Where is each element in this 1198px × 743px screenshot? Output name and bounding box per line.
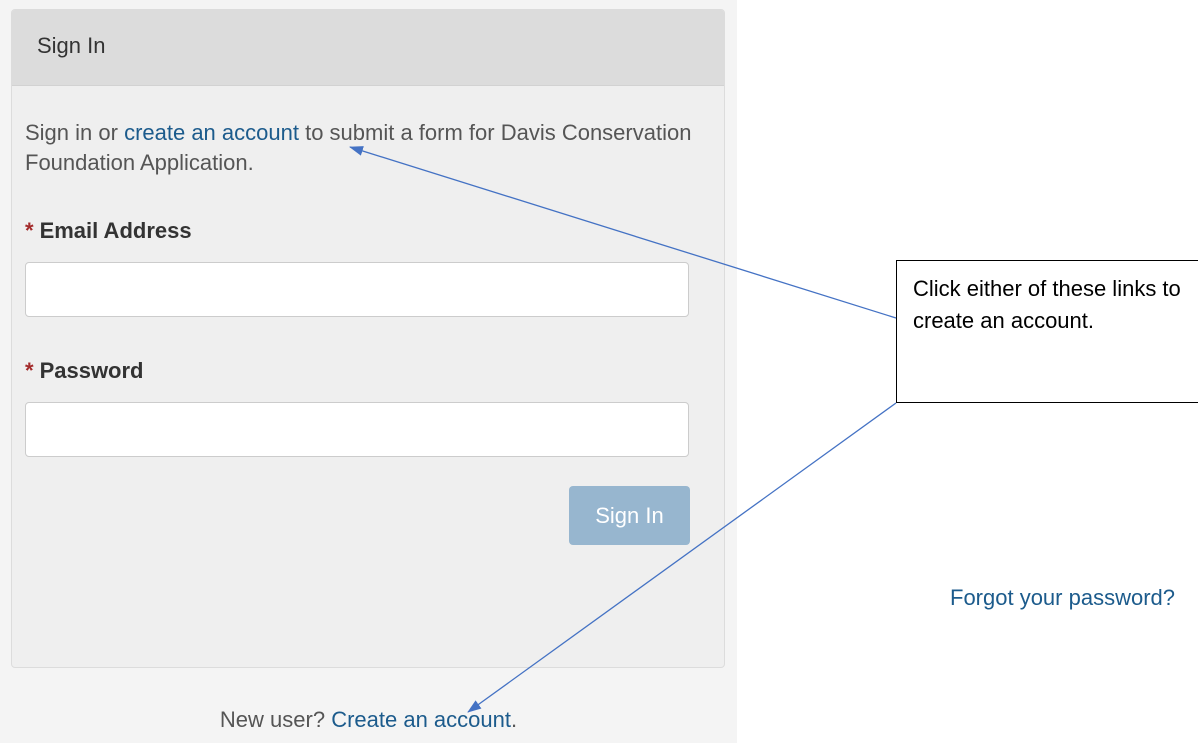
create-account-link[interactable]: create an account <box>124 120 299 145</box>
password-field[interactable] <box>25 402 689 457</box>
forgot-password-link[interactable]: Forgot your password? <box>950 585 1175 611</box>
password-label-text: Password <box>39 358 144 383</box>
annotation-text: Click either of these links to create an… <box>913 276 1181 333</box>
sign-in-panel: Sign In <box>11 9 725 668</box>
sign-in-button[interactable]: Sign In <box>569 486 690 545</box>
email-label-text: Email Address <box>39 218 192 243</box>
create-account-footer-link[interactable]: Create an account <box>331 707 511 732</box>
email-field[interactable] <box>25 262 689 317</box>
intro-prefix: Sign in or <box>25 120 125 145</box>
email-label: * Email Address <box>25 218 192 244</box>
panel-header: Sign In <box>12 10 724 86</box>
new-user-prefix: New user? <box>219 707 332 732</box>
intro-text: Sign in or create an account to submit a… <box>25 118 705 178</box>
required-marker: * <box>25 358 34 383</box>
annotation-callout: Click either of these links to create an… <box>896 260 1198 403</box>
required-marker: * <box>25 218 34 243</box>
password-label: * Password <box>25 358 144 384</box>
panel-title: Sign In <box>37 33 106 58</box>
new-user-text: New user? Create an account. <box>0 707 737 733</box>
new-user-suffix: . <box>510 707 518 732</box>
